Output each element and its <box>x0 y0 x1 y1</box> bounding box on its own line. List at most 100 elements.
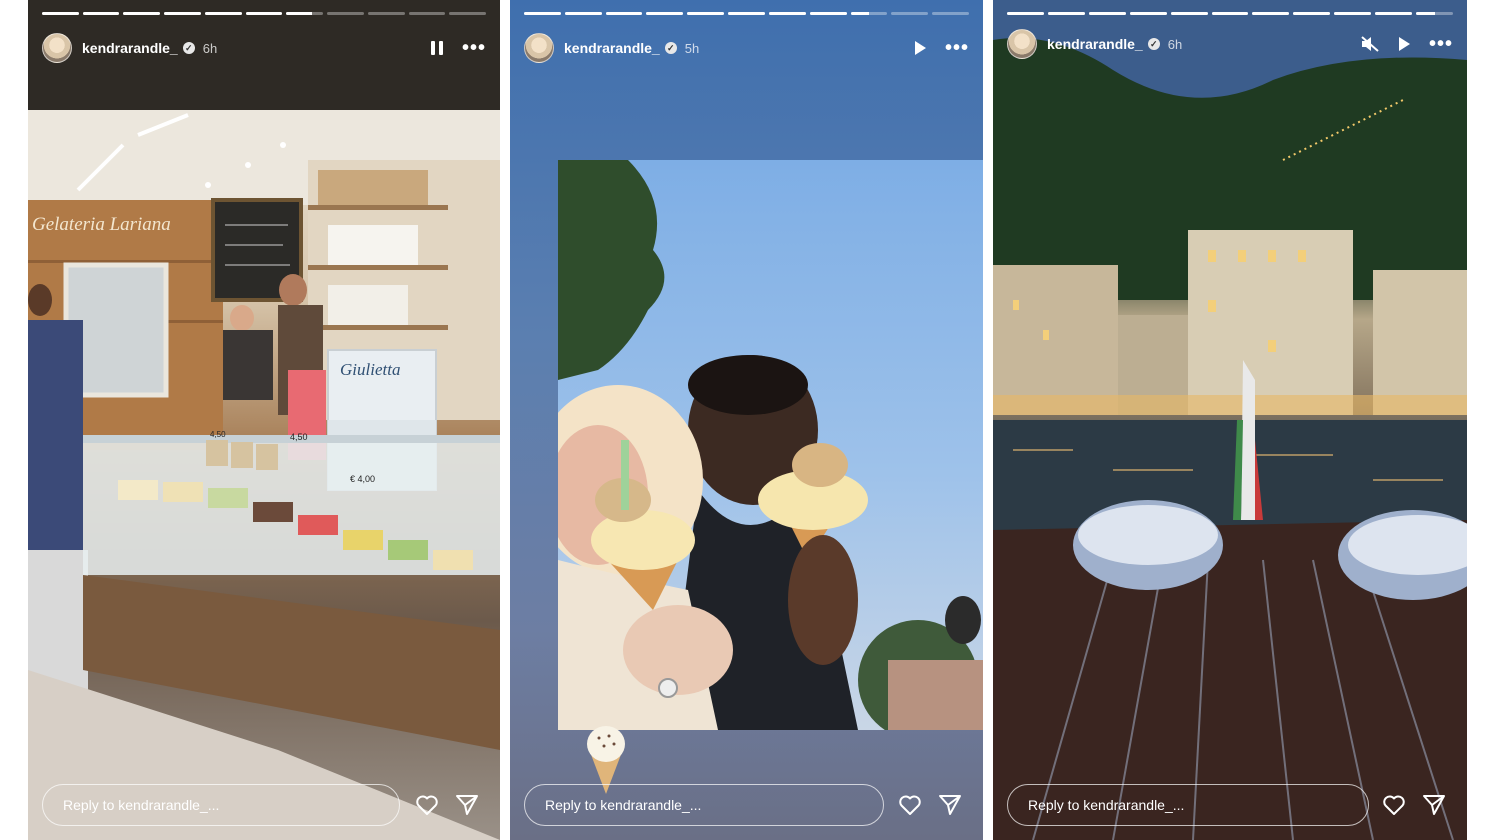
progress-segment <box>524 12 561 15</box>
mute-button[interactable] <box>1361 36 1379 52</box>
progress-segment <box>123 12 161 15</box>
progress-segment <box>1416 12 1453 15</box>
progress-segment-fill <box>123 12 161 15</box>
progress-segment <box>42 12 79 15</box>
progress-segment <box>768 12 806 15</box>
progress-segment <box>932 12 969 15</box>
profile-avatar[interactable] <box>524 33 554 63</box>
like-button[interactable] <box>1381 792 1407 818</box>
reply-placeholder: Reply to kendrarandle_... <box>63 797 220 813</box>
progress-segment-fill <box>646 12 684 15</box>
box-label-text: Giulietta <box>340 360 400 379</box>
story-header: kendrarandle_ ✓ 5h ••• <box>524 32 969 64</box>
share-button[interactable] <box>937 792 963 818</box>
send-icon <box>456 795 478 815</box>
verified-badge-icon: ✓ <box>182 42 195 54</box>
progress-segment <box>1293 12 1331 15</box>
progress-segment-fill <box>82 12 120 15</box>
more-options-button[interactable]: ••• <box>1429 34 1453 54</box>
progress-segment <box>850 12 888 15</box>
reply-placeholder: Reply to kendrarandle_... <box>1028 797 1185 813</box>
progress-segment <box>204 12 242 15</box>
username[interactable]: kendrarandle_ <box>1047 36 1143 52</box>
progress-segment-fill <box>768 12 806 15</box>
progress-segment <box>891 12 929 15</box>
progress-segment-fill <box>1170 12 1208 15</box>
progress-segment <box>164 12 201 15</box>
progress-segment <box>1252 12 1290 15</box>
price-tag-1: 4,50 <box>210 430 226 439</box>
progress-segment <box>1170 12 1208 15</box>
price-tag-3: € 4,00 <box>350 474 375 484</box>
reply-input[interactable]: Reply to kendrarandle_... <box>1007 784 1369 826</box>
progress-segment-fill <box>687 12 725 15</box>
progress-segment <box>605 12 643 15</box>
share-button[interactable] <box>454 792 480 818</box>
progress-segment-fill <box>1211 12 1249 15</box>
story-panel-1: kendrarandle_ ✓ 6h ••• Gelateria Lariana… <box>28 0 500 840</box>
progress-segment <box>1375 12 1413 15</box>
username[interactable]: kendrarandle_ <box>564 40 660 56</box>
progress-segment-fill <box>286 12 313 15</box>
progress-segment-fill <box>850 12 869 15</box>
story-progress-bar <box>524 12 969 15</box>
progress-segment <box>245 12 283 15</box>
pause-icon <box>430 41 443 55</box>
progress-segment-fill <box>42 12 79 15</box>
play-button[interactable] <box>913 40 927 56</box>
progress-segment <box>687 12 725 15</box>
progress-segment <box>1211 12 1249 15</box>
progress-segment <box>1334 12 1372 15</box>
like-button[interactable] <box>897 792 923 818</box>
profile-avatar[interactable] <box>1007 29 1037 59</box>
reply-input[interactable]: Reply to kendrarandle_... <box>524 784 884 826</box>
progress-segment-fill <box>524 12 561 15</box>
pause-button[interactable] <box>430 40 444 56</box>
progress-segment-fill <box>204 12 242 15</box>
shop-sign-text: Gelateria Lariana <box>32 214 171 235</box>
progress-segment-fill <box>1129 12 1167 15</box>
play-icon <box>1398 37 1410 51</box>
progress-segment-fill <box>1375 12 1413 15</box>
progress-segment-fill <box>1293 12 1331 15</box>
progress-segment-fill <box>1007 12 1044 15</box>
story-header: kendrarandle_ ✓ 6h ••• <box>1007 28 1453 60</box>
price-tag-2: 4,50 <box>290 432 308 442</box>
username[interactable]: kendrarandle_ <box>82 40 178 56</box>
progress-segment-fill <box>564 12 602 15</box>
progress-segment <box>82 12 120 15</box>
profile-avatar[interactable] <box>42 33 72 63</box>
reply-input[interactable]: Reply to kendrarandle_... <box>42 784 400 826</box>
progress-segment-fill <box>164 12 201 15</box>
progress-segment-fill <box>728 12 765 15</box>
post-time: 5h <box>684 40 700 56</box>
story-progress-bar <box>42 12 487 15</box>
heart-icon <box>416 795 438 815</box>
progress-segment <box>327 12 364 15</box>
story-panel-3: kendrarandle_ ✓ 6h ••• Reply to kendrara… <box>993 0 1467 840</box>
story-photo-gelateria: Gelateria Lariana Giulietta 4,50 4,50 € … <box>28 110 500 840</box>
progress-segment <box>1047 12 1085 15</box>
progress-segment <box>564 12 602 15</box>
heart-icon <box>899 795 921 815</box>
progress-segment <box>1007 12 1044 15</box>
story-header: kendrarandle_ ✓ 6h ••• <box>42 32 486 64</box>
story-photo-lake-boat <box>993 0 1467 840</box>
more-options-button[interactable]: ••• <box>462 38 486 58</box>
progress-segment-fill <box>245 12 283 15</box>
like-button[interactable] <box>414 792 440 818</box>
more-options-button[interactable]: ••• <box>945 38 969 58</box>
progress-segment <box>449 12 487 15</box>
post-time: 6h <box>202 40 218 56</box>
play-button[interactable] <box>1397 36 1411 52</box>
share-button[interactable] <box>1421 792 1447 818</box>
verified-badge-icon: ✓ <box>1147 38 1160 50</box>
progress-segment-fill <box>1088 12 1126 15</box>
post-time: 6h <box>1167 36 1183 52</box>
heart-icon <box>1383 795 1405 815</box>
progress-segment-fill <box>1334 12 1372 15</box>
progress-segment <box>408 12 446 15</box>
progress-segment-fill <box>809 12 847 15</box>
story-photo-ice-cream-selfie <box>558 160 983 730</box>
send-icon <box>1423 795 1445 815</box>
